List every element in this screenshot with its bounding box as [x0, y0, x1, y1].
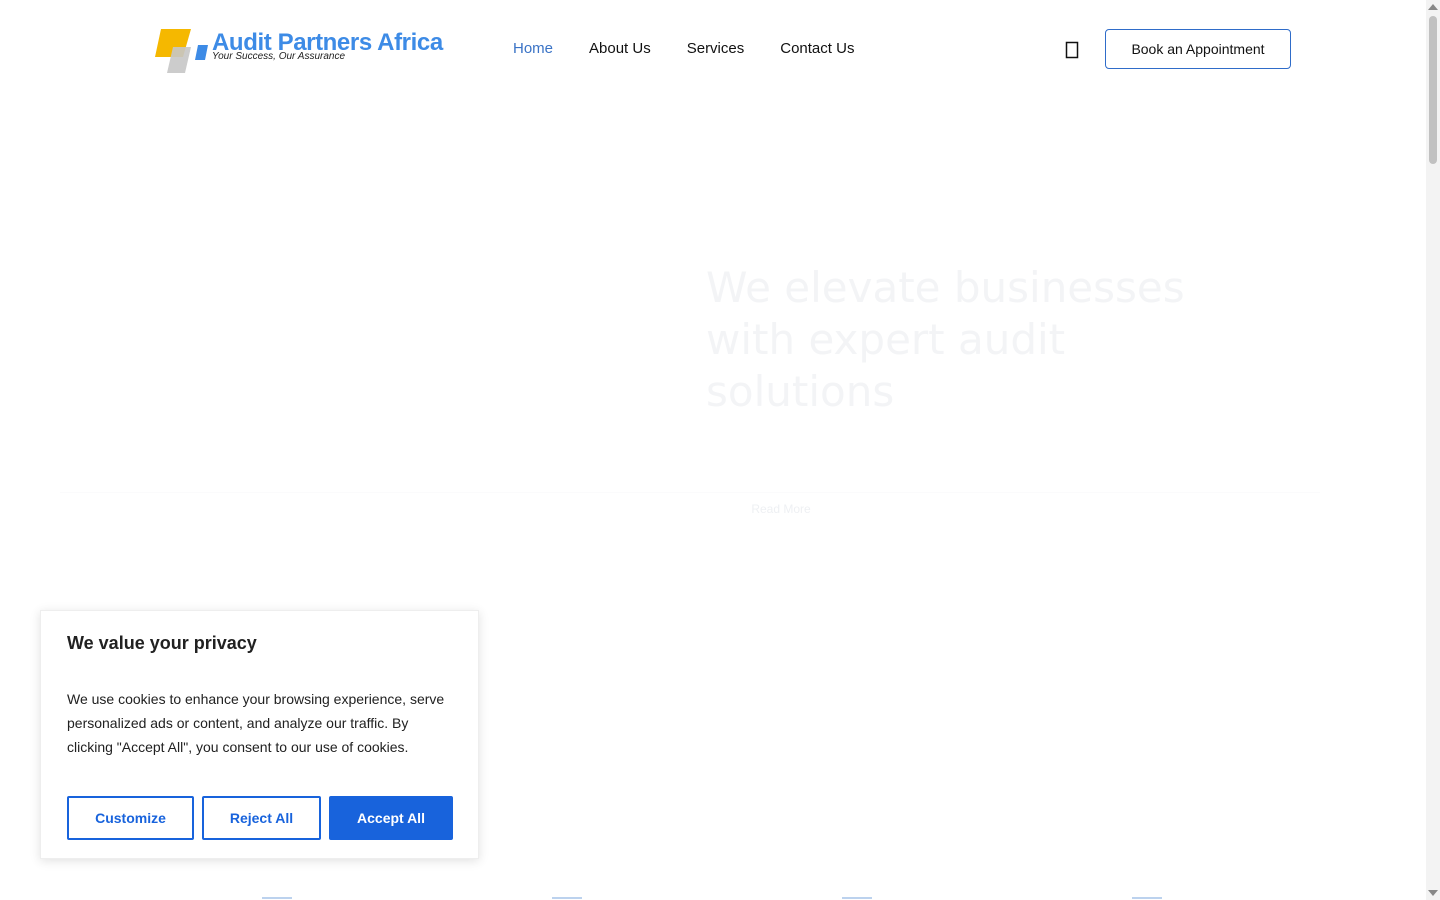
feature-divider — [1132, 897, 1162, 899]
feature-divider — [842, 897, 872, 899]
hero-divider — [60, 492, 1320, 493]
nav-about-us[interactable]: About Us — [589, 40, 651, 57]
cookie-title: We value your privacy — [67, 633, 257, 653]
accept-all-button[interactable]: Accept All — [329, 796, 453, 840]
feature-divider — [552, 897, 582, 899]
scroll-down-icon[interactable] — [1428, 890, 1438, 896]
logo-mark-icon — [155, 29, 208, 73]
nav-services[interactable]: Services — [687, 40, 745, 57]
cookie-description: We use cookies to enhance your browsing … — [67, 691, 445, 755]
read-more-button[interactable]: Read More — [706, 492, 856, 526]
hero-heading: We elevate businesses with expert audit … — [706, 263, 1185, 416]
logo[interactable]: Audit Partners Africa Your Success, Our … — [155, 27, 443, 75]
brand-tagline: Your Success, Our Assurance — [212, 51, 346, 62]
nav-contact-us[interactable]: Contact Us — [780, 40, 854, 57]
page-scrollbar[interactable] — [1426, 0, 1440, 900]
nav-home[interactable]: Home — [513, 40, 553, 57]
cookie-consent-banner: We value your privacy We use cookies to … — [40, 610, 479, 859]
scroll-thumb[interactable] — [1429, 16, 1437, 164]
customize-button[interactable]: Customize — [67, 796, 194, 840]
reject-all-button[interactable]: Reject All — [202, 796, 321, 840]
book-appointment-button[interactable]: Book an Appointment — [1105, 29, 1291, 69]
search-icon[interactable] — [1064, 40, 1080, 60]
site-header: Audit Partners Africa Your Success, Our … — [0, 0, 1426, 100]
feature-divider — [262, 897, 292, 899]
scroll-up-icon[interactable] — [1428, 4, 1438, 10]
main-nav: Home About Us Services Contact Us — [513, 40, 854, 57]
